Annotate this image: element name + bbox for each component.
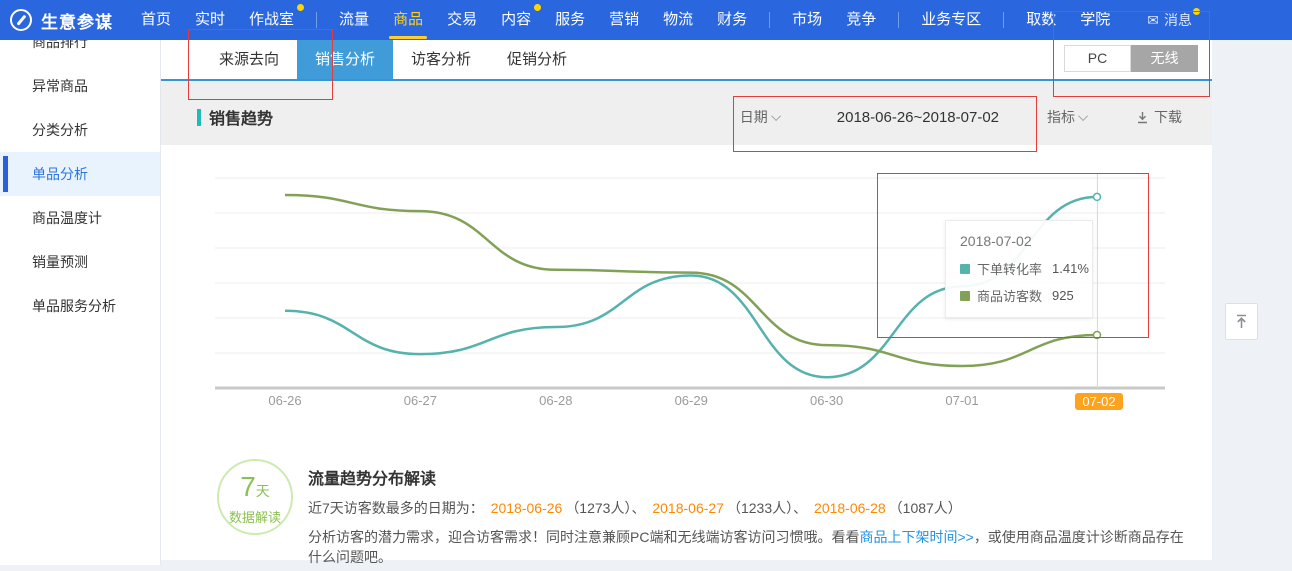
insight-text: 分析访客的潜力需求，迎合访客需求！同时注意兼顾PC端和无线端访客访问习惯哦。看看 [308,529,859,545]
notification-dot [534,4,541,11]
device-toggle-option-1[interactable]: 无线 [1131,45,1198,72]
tooltip-row-label: 下单转化率 [977,259,1042,278]
insight-date: 2018-06-26 [491,500,563,516]
panel-title: 销售趋势 [197,105,273,129]
nav-menu: 首页实时作战室流量商品交易内容服务营销物流财务市场竞争业务专区取数学院 [129,0,1122,40]
badge-days: 7天 [219,473,291,505]
title-accent-bar [197,109,201,126]
back-to-top-button[interactable] [1225,303,1258,340]
notification-dot [1193,8,1200,15]
tab-1[interactable]: 销售分析 [297,40,393,79]
chevron-down-icon [771,111,781,121]
x-tick-07-01[interactable]: 07-01 [922,393,1002,408]
nav-item-6[interactable]: 交易 [435,0,489,40]
sidebar-item-0[interactable]: 商品排行 [0,40,160,64]
x-tick-06-29[interactable]: 06-29 [651,393,731,408]
nav-item-7[interactable]: 内容 [489,0,543,40]
top-nav: 生意参谋 首页实时作战室流量商品交易内容服务营销物流财务市场竞争业务专区取数学院… [0,0,1292,40]
trend-chart[interactable]: 06-26 06-27 06-28 06-29 06-30 07-01 07-02 2018… [161,145,1212,430]
sidebar-item-1[interactable]: 异常商品 [0,64,160,108]
metric-dropdown[interactable]: 指标 [1047,107,1088,127]
tab-0[interactable]: 来源去向 [201,40,297,79]
device-toggle: PC无线 [1064,45,1198,72]
chevron-down-icon [1078,111,1088,121]
seven-day-badge: 7天 数据解读 [217,459,293,535]
insight-text: （1273人）、 [565,500,649,516]
download-icon [1136,111,1149,124]
tab-2[interactable]: 访客分析 [393,40,489,79]
insight-text: （1087人） [889,500,962,516]
chart-controls: 日期 2018-06-26~2018-07-02 指标 下载 [740,107,1182,127]
nav-item-19[interactable]: 学院 [1068,0,1122,40]
nav-item-9[interactable]: 营销 [597,0,651,40]
insight-date: 2018-06-27 [652,500,724,516]
insight-text: （1233人）、 [727,500,811,516]
nav-item-10[interactable]: 物流 [651,0,705,40]
x-tick-06-26[interactable]: 06-26 [245,393,325,408]
x-axis-labels: 06-26 06-27 06-28 06-29 06-30 07-01 07-02 [161,391,1212,415]
sycm-logo-icon [10,9,32,31]
envelope-icon: ✉ [1147,12,1159,29]
chart-tooltip: 2018-07-02 下单转化率1.41%商品访客数925 [945,220,1093,318]
nav-divider [769,12,770,28]
tab-3[interactable]: 促销分析 [489,40,585,79]
x-tick-06-27[interactable]: 06-27 [380,393,460,408]
nav-item-11[interactable]: 财务 [705,0,759,40]
sidebar-item-3[interactable]: 单品分析 [0,152,160,196]
sidebar-item-6[interactable]: 单品服务分析 [0,284,160,328]
tooltip-row-label: 商品访客数 [977,286,1042,305]
nav-item-1[interactable]: 实时 [183,0,237,40]
nav-item-16[interactable]: 业务专区 [909,0,993,40]
notification-dot [297,4,304,11]
device-toggle-option-0[interactable]: PC [1064,45,1131,72]
insight-line-1: 近7天访客数最多的日期为： 2018-06-26（1273人）、 2018-06… [308,498,1188,518]
nav-item-messages[interactable]: ✉ 消息 [1147,0,1192,40]
sales-trend-card: 06-26 06-27 06-28 06-29 06-30 07-01 07-02 2018… [161,145,1212,560]
legend-square-icon [960,291,970,301]
nav-divider [316,12,317,28]
nav-divider [898,12,899,28]
sidebar-item-2[interactable]: 分类分析 [0,108,160,152]
arrow-to-top-icon [1234,314,1249,330]
date-dropdown[interactable]: 日期 [740,107,781,127]
nav-item-18[interactable]: 取数 [1014,0,1068,40]
x-tick-06-30[interactable]: 06-30 [787,393,867,408]
nav-item-8[interactable]: 服务 [543,0,597,40]
nav-item-0[interactable]: 首页 [129,0,183,40]
badge-caption: 数据解读 [219,507,291,526]
tooltip-date: 2018-07-02 [960,233,1078,249]
tooltip-row-value: 1.41% [1052,261,1089,276]
x-tick-07-02[interactable]: 07-02 [1075,393,1122,410]
chart-header-band: 销售趋势 日期 2018-06-26~2018-07-02 指标 下载 [161,81,1212,145]
sidebar: 商品排行异常商品分类分析单品分析商品温度计销量预测单品服务分析 [0,40,161,565]
insight-link[interactable]: 商品上下架时间>> [859,529,973,545]
insight-line-2: 分析访客的潜力需求，迎合访客需求！同时注意兼顾PC端和无线端访客访问习惯哦。看看… [308,527,1188,567]
series-endpoint-1 [1094,332,1101,339]
legend-square-icon [960,264,970,274]
brand[interactable]: 生意参谋 [10,8,113,33]
series-endpoint-0 [1094,193,1101,200]
x-tick-06-28[interactable]: 06-28 [516,393,596,408]
nav-item-14[interactable]: 竞争 [834,0,888,40]
tab-bar: 来源去向销售分析访客分析促销分析 PC无线 [161,40,1212,81]
nav-divider [1003,12,1004,28]
sidebar-item-5[interactable]: 销量预测 [0,240,160,284]
insight-text: 近7天访客数最多的日期为： [308,500,488,516]
nav-message-label: 消息 [1164,10,1192,30]
tooltip-row-0: 下单转化率1.41% [960,259,1078,278]
download-button[interactable]: 下载 [1136,107,1182,127]
insight-date: 2018-06-28 [814,500,886,516]
nav-item-4[interactable]: 流量 [327,0,381,40]
sidebar-item-4[interactable]: 商品温度计 [0,196,160,240]
tooltip-row-value: 925 [1052,288,1074,303]
tooltip-row-1: 商品访客数 925 [960,286,1078,305]
nav-item-2[interactable]: 作战室 [237,0,306,40]
nav-item-13[interactable]: 市场 [780,0,834,40]
nav-item-5[interactable]: 商品 [381,0,435,40]
date-range-value[interactable]: 2018-06-26~2018-07-02 [837,109,999,126]
insight-title: 流量趋势分布解读 [308,465,1188,489]
brand-name: 生意参谋 [41,8,113,33]
